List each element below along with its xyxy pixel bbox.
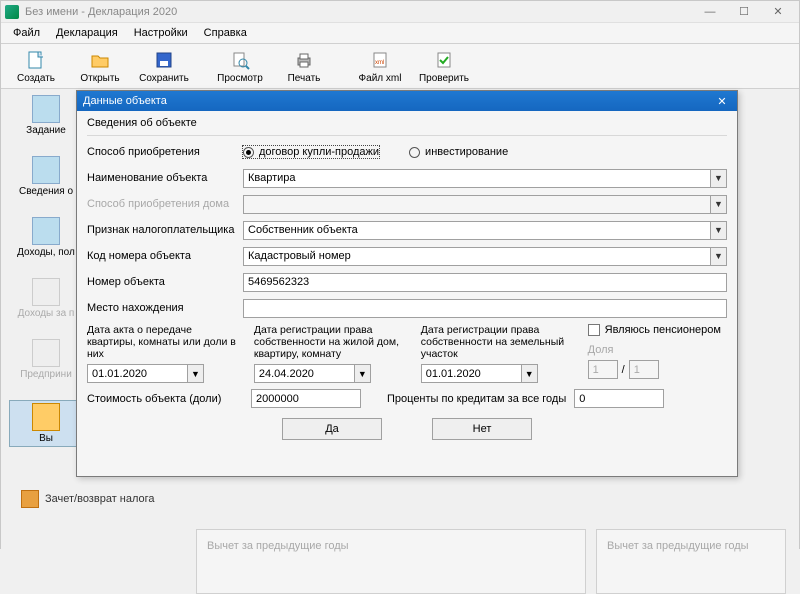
- minimize-button[interactable]: —: [693, 2, 727, 22]
- date3-input[interactable]: 01.01.2020 ▼: [421, 364, 576, 383]
- checkbox-icon: [588, 324, 600, 336]
- share-label: Доля: [588, 344, 727, 356]
- sidebar-item-deductions[interactable]: Вы: [9, 400, 83, 447]
- chevron-down-icon: ▼: [187, 364, 204, 383]
- sidebar-item-income2: Доходы за п: [9, 278, 83, 319]
- object-name-select[interactable]: Квартира ▼: [243, 169, 727, 188]
- save-icon: [153, 49, 175, 71]
- menubar: Файл Декларация Настройки Справка: [1, 23, 799, 43]
- code-select[interactable]: Кадастровый номер ▼: [243, 247, 727, 266]
- dialog-title: Данные объекта: [83, 95, 167, 107]
- prev-years-panel-b: Вычет за предыдущие годы: [596, 529, 786, 594]
- yes-button[interactable]: Да: [282, 418, 382, 440]
- pension-checkbox[interactable]: Являюсь пенсионером: [588, 324, 727, 336]
- radio-dot-icon: [243, 147, 254, 158]
- sidebar-info-icon: [32, 156, 60, 184]
- group-label: Сведения об объекте: [87, 117, 727, 129]
- cost-input[interactable]: 2000000: [251, 389, 361, 408]
- menu-settings[interactable]: Настройки: [128, 25, 194, 41]
- svg-text:xml: xml: [375, 60, 384, 66]
- taxpayer-select[interactable]: Собственник объекта ▼: [243, 221, 727, 240]
- share-num-input: 1: [588, 360, 618, 379]
- titlebar: Без имени - Декларация 2020 — ☐ ✕: [1, 1, 799, 23]
- chevron-down-icon: ▼: [710, 221, 727, 240]
- sidebar-item-income[interactable]: Доходы, пол: [9, 217, 83, 258]
- code-label: Код номера объекта: [87, 250, 243, 262]
- sidebar: Задание Сведения о Доходы, пол Доходы за…: [9, 95, 83, 447]
- date2-label: Дата регистрации права собственности на …: [254, 324, 409, 364]
- taxpayer-label: Признак налогоплательщика: [87, 224, 243, 236]
- sidebar-conditions-icon: [32, 95, 60, 123]
- menu-declaration[interactable]: Декларация: [50, 25, 124, 41]
- dialog-titlebar: Данные объекта ✕: [77, 91, 737, 111]
- check-icon: [433, 49, 455, 71]
- tb-preview[interactable]: Просмотр: [209, 47, 271, 86]
- share-den-input: 1: [629, 360, 659, 379]
- refund-icon: [21, 490, 39, 508]
- tb-check[interactable]: Проверить: [413, 47, 475, 86]
- tb-create[interactable]: Создать: [5, 47, 67, 86]
- tb-xml[interactable]: xml Файл xml: [349, 47, 411, 86]
- number-input[interactable]: 5469562323: [243, 273, 727, 292]
- radio-invest[interactable]: инвестирование: [409, 146, 508, 158]
- window-title: Без имени - Декларация 2020: [25, 6, 177, 18]
- print-icon: [293, 49, 315, 71]
- chevron-down-icon: ▼: [710, 195, 727, 214]
- folder-open-icon: [89, 49, 111, 71]
- sidebar-income-icon: [32, 217, 60, 245]
- chevron-down-icon: ▼: [710, 247, 727, 266]
- sidebar-pred-icon: [32, 339, 60, 367]
- radio-dot-icon: [409, 147, 420, 158]
- house-method-select: ▼: [243, 195, 727, 214]
- method-label: Способ приобретения: [87, 146, 243, 158]
- chevron-down-icon: ▼: [710, 169, 727, 188]
- date2-input[interactable]: 24.04.2020 ▼: [254, 364, 409, 383]
- object-name-label: Наименование объекта: [87, 172, 243, 184]
- date3-label: Дата регистрации права собственности на …: [421, 324, 576, 364]
- maximize-button[interactable]: ☐: [727, 2, 761, 22]
- xml-icon: xml: [369, 49, 391, 71]
- sidebar-deductions-icon: [32, 403, 60, 431]
- credit-input[interactable]: 0: [574, 389, 664, 408]
- sidebar-item-conditions[interactable]: Задание: [9, 95, 83, 136]
- toolbar: Создать Открыть Сохранить Просмотр Печат…: [1, 43, 799, 89]
- menu-file[interactable]: Файл: [7, 25, 46, 41]
- cost-label: Стоимость объекта (доли): [87, 393, 243, 405]
- tb-save[interactable]: Сохранить: [133, 47, 195, 86]
- radio-buy[interactable]: договор купли-продажи: [243, 146, 379, 158]
- preview-icon: [229, 49, 251, 71]
- refund-section-label: Зачет/возврат налога: [21, 490, 155, 508]
- file-new-icon: [25, 49, 47, 71]
- close-window-button[interactable]: ✕: [761, 2, 795, 22]
- object-data-dialog: Данные объекта ✕ Сведения об объекте Спо…: [76, 90, 738, 477]
- location-label: Место нахождения: [87, 302, 243, 314]
- app-logo-icon: [5, 5, 19, 19]
- number-label: Номер объекта: [87, 276, 243, 288]
- no-button[interactable]: Нет: [432, 418, 532, 440]
- chevron-down-icon: ▼: [354, 364, 371, 383]
- tb-open[interactable]: Открыть: [69, 47, 131, 86]
- sidebar-item-pred: Предприни: [9, 339, 83, 380]
- sidebar-item-info[interactable]: Сведения о: [9, 156, 83, 197]
- house-method-label: Способ приобретения дома: [87, 198, 243, 210]
- credit-label: Проценты по кредитам за все годы: [387, 393, 566, 405]
- location-input[interactable]: [243, 299, 727, 318]
- chevron-down-icon: ▼: [521, 364, 538, 383]
- tb-print[interactable]: Печать: [273, 47, 335, 86]
- date1-input[interactable]: 01.01.2020 ▼: [87, 364, 242, 383]
- prev-years-panel-a: Вычет за предыдущие годы: [196, 529, 586, 594]
- sidebar-income2-icon: [32, 278, 60, 306]
- date1-label: Дата акта о передаче квартиры, комнаты и…: [87, 324, 242, 364]
- menu-help[interactable]: Справка: [198, 25, 253, 41]
- dialog-close-button[interactable]: ✕: [713, 93, 731, 109]
